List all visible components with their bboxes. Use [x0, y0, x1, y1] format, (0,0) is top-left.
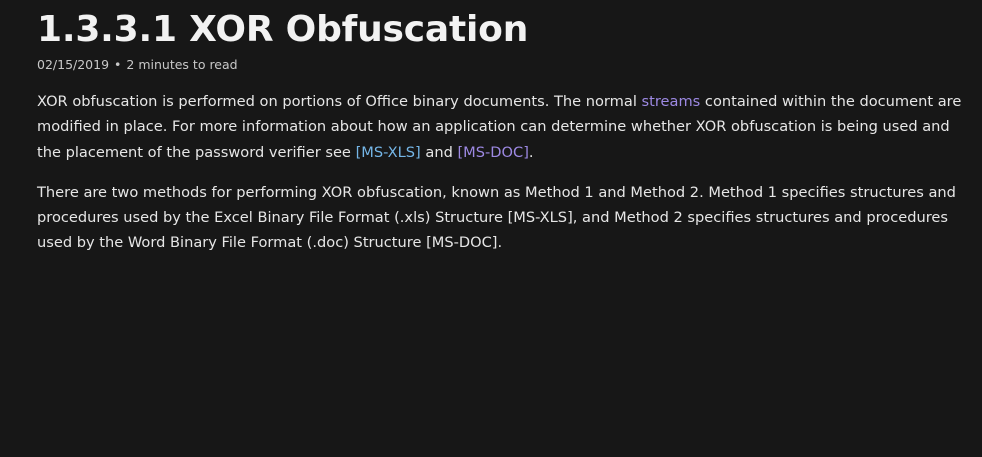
article-date: 02/15/2019 — [37, 57, 110, 72]
paragraph-text: . — [528, 143, 534, 161]
streams-link[interactable]: streams — [642, 93, 701, 110]
ms-xls-link[interactable]: [MS-XLS] — [356, 144, 421, 161]
document-page: 1.3.3.1 XOR Obfuscation 02/15/2019 • 2 min… — [0, 0, 982, 457]
ms-doc-link[interactable]: [MS-DOC] — [457, 144, 528, 161]
paragraph-methods: There are two methods for performing XOR… — [37, 183, 956, 252]
paragraph-intro: XOR obfuscation is performed on portions… — [37, 89, 972, 165]
article-content: 1.3.3.1 XOR Obfuscation 02/15/2019 • 2 min… — [37, 6, 972, 256]
page-title: 1.3.3.1 XOR Obfuscation — [37, 9, 529, 50]
paragraph-text: XOR obfuscation is performed on portions… — [37, 93, 642, 110]
article-metadata: 02/15/2019 • 2 minutes to read — [37, 56, 972, 74]
metadata-separator: • — [114, 57, 122, 72]
paragraph-text: and — [420, 143, 458, 161]
read-time: 2 minutes to read — [126, 57, 238, 72]
